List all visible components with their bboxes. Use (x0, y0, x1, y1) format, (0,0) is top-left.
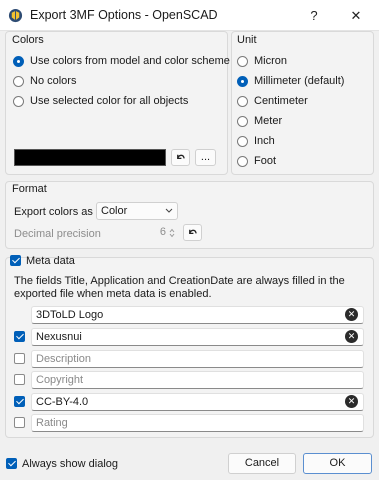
radio-indicator[interactable] (237, 75, 248, 87)
license-field[interactable]: CC-BY-4.0 (31, 393, 364, 411)
copyright-checkbox[interactable] (14, 374, 25, 385)
radio-use-model-colors[interactable]: Use colors from model and color scheme (13, 54, 230, 68)
radio-label: Centimeter (254, 95, 308, 107)
export-colors-select[interactable]: Color (96, 202, 178, 220)
cancel-button[interactable]: Cancel (228, 453, 296, 474)
radio-no-colors[interactable]: No colors (13, 74, 76, 88)
radio-label: No colors (30, 75, 77, 87)
radio-selected-color[interactable]: Use selected color for all objects (13, 94, 188, 108)
radio-indicator[interactable] (13, 75, 24, 87)
radio-label: Millimeter (default) (254, 75, 345, 87)
title-field[interactable]: 3DToLD Logo (31, 306, 364, 324)
meta-data-label: Meta data (26, 255, 75, 267)
color-swatch[interactable] (14, 149, 166, 166)
license-field-value: CC-BY-4.0 (36, 396, 89, 408)
window-title: Export 3MF Options - OpenSCAD (30, 8, 218, 22)
copyright-field-placeholder: Copyright (36, 374, 84, 386)
radio-unit-foot[interactable]: Foot (237, 154, 276, 168)
colors-group-title: Colors (12, 34, 44, 46)
unit-group-title: Unit (237, 34, 257, 46)
clear-title-icon[interactable]: ✕ (345, 308, 358, 321)
radio-label: Use colors from model and color scheme (30, 55, 230, 67)
rating-field-placeholder: Rating (36, 417, 68, 429)
title-bar: Export 3MF Options - OpenSCAD ? ✕ (0, 0, 379, 31)
meta-data-checkbox[interactable] (10, 255, 21, 266)
chevron-down-icon (165, 208, 173, 213)
radio-indicator[interactable] (237, 115, 248, 127)
description-checkbox[interactable] (14, 353, 25, 364)
undo-icon (189, 229, 197, 235)
author-checkbox[interactable] (14, 331, 25, 342)
author-field[interactable]: Nexusnui (31, 328, 364, 346)
radio-label: Inch (254, 135, 275, 147)
copyright-field[interactable]: Copyright (31, 371, 364, 389)
reset-precision-button[interactable] (183, 224, 202, 241)
help-button[interactable]: ? (291, 0, 337, 31)
decimal-precision-spinbox[interactable]: 6 (148, 225, 178, 242)
decimal-precision-value: 6 (159, 226, 166, 238)
clear-author-icon[interactable]: ✕ (345, 330, 358, 343)
meta-data-description: The fields Title, Application and Creati… (14, 275, 345, 300)
radio-indicator[interactable] (13, 95, 24, 107)
choose-color-button[interactable]: ... (195, 149, 216, 166)
radio-unit-millimeter[interactable]: Millimeter (default) (237, 74, 344, 88)
license-checkbox[interactable] (14, 396, 25, 407)
radio-indicator[interactable] (237, 135, 248, 147)
description-field-placeholder: Description (36, 353, 92, 365)
format-group-title: Format (12, 183, 47, 195)
spin-arrows-icon[interactable] (169, 228, 175, 238)
radio-indicator[interactable] (237, 95, 248, 107)
radio-label: Micron (254, 55, 288, 67)
title-field-value: 3DToLD Logo (36, 309, 104, 321)
radio-indicator[interactable] (13, 55, 24, 67)
reset-color-button[interactable] (171, 149, 190, 166)
radio-unit-meter[interactable]: Meter (237, 114, 282, 128)
rating-checkbox[interactable] (14, 417, 25, 428)
radio-indicator[interactable] (237, 155, 248, 167)
clear-license-icon[interactable]: ✕ (345, 395, 358, 408)
ok-button[interactable]: OK (303, 453, 372, 474)
radio-unit-inch[interactable]: Inch (237, 134, 275, 148)
radio-label: Use selected color for all objects (30, 95, 189, 107)
undo-icon (177, 154, 185, 160)
radio-unit-centimeter[interactable]: Centimeter (237, 94, 308, 108)
radio-indicator[interactable] (237, 55, 248, 67)
rating-field[interactable]: Rating (31, 414, 364, 432)
radio-label: Foot (254, 155, 277, 167)
export-colors-value: Color (101, 205, 128, 217)
decimal-precision-label: Decimal precision (14, 228, 101, 240)
always-show-dialog-checkbox[interactable] (6, 458, 17, 469)
always-show-dialog-label: Always show dialog (22, 458, 118, 470)
close-button[interactable]: ✕ (333, 0, 379, 31)
openscad-logo-icon (8, 8, 23, 23)
export-colors-label: Export colors as (14, 206, 93, 218)
radio-unit-micron[interactable]: Micron (237, 54, 287, 68)
description-field[interactable]: Description (31, 350, 364, 368)
radio-label: Meter (254, 115, 283, 127)
author-field-value: Nexusnui (36, 331, 82, 343)
